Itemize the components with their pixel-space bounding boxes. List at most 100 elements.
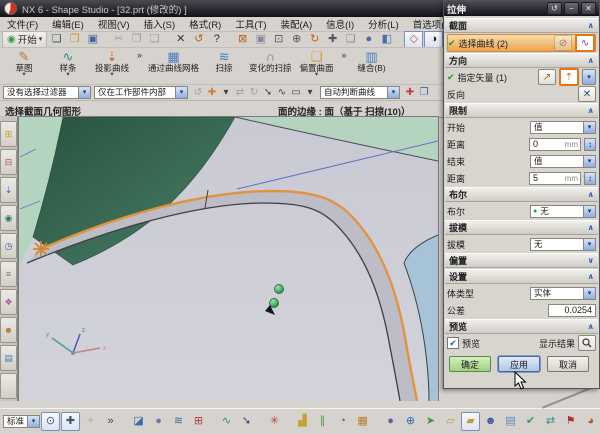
zoom-icon[interactable]: ⊡ <box>270 32 287 47</box>
user-icon[interactable]: ☻ <box>481 412 500 431</box>
deselect-button[interactable]: ⊘ <box>554 35 572 51</box>
offset-group-header[interactable]: 偏置 ∨ <box>445 253 598 268</box>
swept-button[interactable]: ≋ 扫掠 <box>202 49 246 74</box>
menu-view[interactable]: 视图(V) <box>91 17 137 31</box>
preview-checkbox[interactable]: ✔ <box>447 337 459 349</box>
nx-ball-icon[interactable]: ◕ <box>581 412 600 431</box>
end-limit-combo[interactable]: 值 ▾ <box>530 155 596 168</box>
settings-group-header[interactable]: 设置 ∧ <box>445 269 598 284</box>
history-tab[interactable]: ◷ <box>0 233 17 259</box>
curve-select-icon[interactable]: ∿ <box>275 86 289 100</box>
start-distance-input[interactable]: 0 mm <box>529 138 581 151</box>
start-distance-spinner[interactable]: ↕ <box>584 138 596 151</box>
menu-tools[interactable]: 工具(T) <box>228 17 273 31</box>
dialog-titlebar[interactable]: 拉伸 ↺ − ✕ <box>444 1 599 16</box>
drag-handle-ball[interactable] <box>270 299 279 308</box>
snap-point-arrow-icon[interactable]: ▾ <box>219 86 233 100</box>
point-tool-icon[interactable]: ➘ <box>237 412 256 431</box>
command-finder-icon[interactable]: ? <box>208 32 225 47</box>
image-icon[interactable]: ▤ <box>501 412 520 431</box>
save-icon[interactable]: ▣ <box>84 32 101 47</box>
go-flag-icon[interactable]: ➤ <box>421 412 440 431</box>
palette-tab[interactable]: ❖ <box>0 289 17 315</box>
inferred-vector-button[interactable]: ⇡ <box>559 68 579 86</box>
constraint-navigator-tab[interactable]: ⊟ <box>0 149 17 175</box>
path-select-icon[interactable]: ➘ <box>261 86 275 100</box>
sketch-button[interactable]: ✎ 草图 ▾ <box>2 49 46 78</box>
sphere-primitive-icon[interactable]: ● <box>149 412 168 431</box>
studio-spline-button[interactable]: ∿ 样条 ▾ <box>46 49 90 78</box>
cut-icon[interactable]: ✂ <box>110 32 127 47</box>
assembly-navigator-tab[interactable]: ⊞ <box>0 121 17 147</box>
draft-combo[interactable]: 无 ▾ <box>530 238 596 251</box>
scene-tab[interactable]: ▤ <box>0 345 17 371</box>
undo-icon[interactable]: ↺ <box>190 32 207 47</box>
perspective-icon[interactable]: ❏ <box>342 32 359 47</box>
limits-group-header[interactable]: 限制 ∧ <box>445 103 598 118</box>
graphics-viewport[interactable]: z y x <box>18 116 439 402</box>
spare-tab[interactable] <box>0 373 17 399</box>
through-curve-mesh-button[interactable]: ▦ 通过曲线网格 <box>145 49 202 74</box>
select-curve-row[interactable]: ✔ 选择曲线 (2) ⊘ ∿ <box>447 34 596 52</box>
vector-options-dropdown[interactable]: ▾ <box>582 69 596 85</box>
offset-surface-button[interactable]: ❏ 偏置曲面 ▾ <box>295 49 339 78</box>
marquee-arrow-icon[interactable]: ▾ <box>303 86 317 100</box>
layer-settings-icon[interactable]: ≋ <box>169 412 188 431</box>
examine-geometry-icon[interactable]: ⊙ <box>41 412 60 431</box>
apply-button[interactable]: 应用 <box>498 356 540 372</box>
paste-icon[interactable]: ❑ <box>146 32 163 47</box>
roles-tab[interactable]: ☻ <box>0 317 17 343</box>
web-browser-tab[interactable]: ◉ <box>0 205 17 231</box>
reverse-direction-button[interactable]: ✕ <box>578 86 596 102</box>
menu-file[interactable]: 文件(F) <box>0 17 45 31</box>
boolean-group-header[interactable]: 布尔 ∧ <box>445 187 598 202</box>
sync-icon[interactable]: ⇄ <box>541 412 560 431</box>
curve-analysis-icon[interactable]: ✳ <box>265 412 284 431</box>
section-analysis-icon[interactable]: ◔ <box>333 412 352 431</box>
zoom-analysis-icon[interactable]: ⊕ <box>401 412 420 431</box>
wireframe-cube-icon[interactable]: ◇ <box>404 31 423 48</box>
dialog-reset-button[interactable]: ↺ <box>547 2 562 15</box>
selection-filter-combo[interactable]: 没有选择过滤器 ▾ <box>3 86 91 99</box>
face-pair-icon[interactable]: ∥ <box>313 412 332 431</box>
direction-group-header[interactable]: 方向 ∧ <box>445 53 598 68</box>
zoom-in-out-icon[interactable]: ⊕ <box>288 32 305 47</box>
approve-check-icon[interactable]: ✔ <box>521 412 540 431</box>
curve-rule-combo[interactable]: 自动判断曲线 ▾ <box>320 86 400 99</box>
ok-button[interactable]: 确定 <box>449 356 491 372</box>
menu-format[interactable]: 格式(R) <box>182 17 228 31</box>
open-icon[interactable]: ❒ <box>66 32 83 47</box>
orbit-selection-icon[interactable]: ↻ <box>247 86 261 100</box>
bookmark-flag-icon[interactable]: ⚑ <box>561 412 580 431</box>
snap-cross-icon[interactable]: ✚ <box>403 86 417 100</box>
face-analysis-icon[interactable]: ◑ <box>424 31 443 48</box>
draft-group-header[interactable]: 拔模 ∧ <box>445 220 598 235</box>
note-icon[interactable]: ▱ <box>441 412 460 431</box>
menu-information[interactable]: 信息(I) <box>319 17 361 31</box>
zoom-window-icon[interactable]: ▣ <box>252 32 269 47</box>
end-distance-input[interactable]: 5 mm <box>529 172 581 185</box>
move-handles-icon[interactable]: ✚ <box>61 412 80 431</box>
system-materials-tab[interactable]: ≡ <box>0 261 17 287</box>
toolbar-overflow-chevron[interactable]: » <box>339 49 350 61</box>
boolean-combo[interactable]: ● 无 ▾ <box>530 205 596 218</box>
view-layout-combo[interactable]: 标准 ▾ <box>3 415 40 428</box>
specify-vector-row[interactable]: ✔ 指定矢量 (1) ↗ ⇡ ▾ <box>447 69 596 85</box>
rotate-view-icon[interactable]: ↻ <box>306 32 323 47</box>
overflow-chevron-icon[interactable]: » <box>101 412 120 431</box>
material-ball-icon[interactable]: ● <box>381 412 400 431</box>
end-distance-spinner[interactable]: ↕ <box>584 172 596 185</box>
part-navigator-tab[interactable]: ⇣ <box>0 177 17 203</box>
shaded-view-icon[interactable]: ● <box>360 32 377 47</box>
start-menu-button[interactable]: ◉ 开始 ▾ <box>2 31 47 48</box>
pan-view-icon[interactable]: ✚ <box>324 32 341 47</box>
fit-view-icon[interactable]: ⊠ <box>234 32 251 47</box>
refresh-icon[interactable]: ↺ <box>191 86 205 100</box>
show-result-button[interactable] <box>578 335 596 351</box>
selection-stack-icon[interactable]: ❐ <box>417 86 431 100</box>
start-limit-combo[interactable]: 值 ▾ <box>530 121 596 134</box>
project-curve-button[interactable]: ⇣ 投影曲线 ▾ <box>90 49 134 78</box>
dialog-minimize-button[interactable]: − <box>564 2 579 15</box>
note-active-icon[interactable]: ▰ <box>461 412 480 431</box>
data-grid-icon[interactable]: ▦ <box>353 412 372 431</box>
